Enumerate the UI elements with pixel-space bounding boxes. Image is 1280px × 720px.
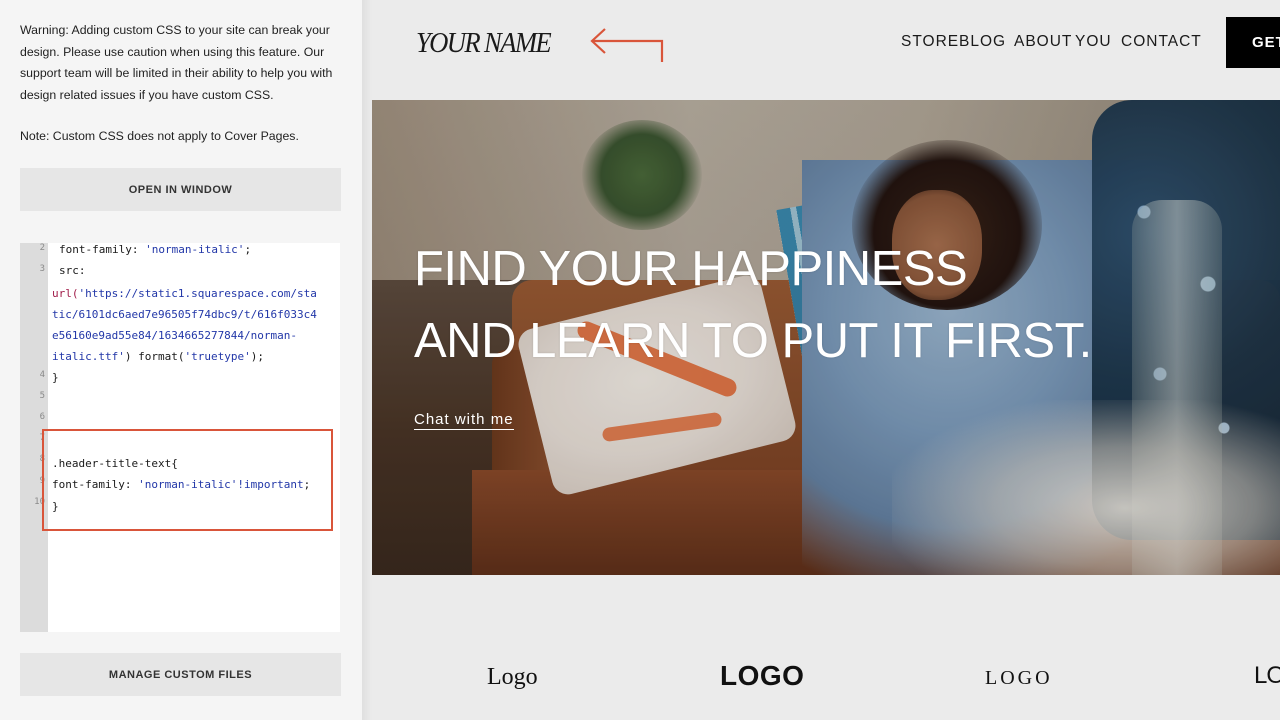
- chat-with-me-link[interactable]: Chat with me: [414, 411, 514, 430]
- css-warning-text: Warning: Adding custom CSS to your site …: [20, 23, 333, 102]
- code-line-2: font-family: 'norman-italic';: [59, 243, 252, 256]
- custom-css-panel: Warning: Adding custom CSS to your site …: [0, 0, 362, 720]
- partner-logo: LOG: [1254, 662, 1280, 689]
- code-line-3: src:: [59, 264, 86, 277]
- code-highlight-box: [42, 429, 333, 531]
- line-number: 3: [39, 264, 45, 274]
- arrow-left-icon: [590, 28, 664, 62]
- nav-store[interactable]: STORE: [901, 33, 959, 51]
- hero-title: FIND YOUR HAPPINESS AND LEARN TO PUT IT …: [414, 233, 1174, 377]
- hero-title-line-1: FIND YOUR HAPPINESS: [414, 242, 968, 296]
- code-line-3-url-cont: tic/6101dc6aed7e96505f74dbc9/t/616f033c4: [52, 308, 317, 321]
- line-number: 2: [39, 243, 45, 253]
- line-number: 6: [39, 412, 45, 422]
- line-number: 4: [39, 370, 45, 380]
- cover-pages-note: Note: Custom CSS does not apply to Cover…: [20, 129, 299, 143]
- manage-custom-files-button[interactable]: MANAGE CUSTOM FILES: [20, 653, 341, 696]
- panel-divider-shadow: [362, 0, 372, 720]
- line-number: 5: [39, 391, 45, 401]
- nav-blog[interactable]: BLOG: [959, 33, 1006, 51]
- partner-logo: Logo: [487, 664, 538, 690]
- hero-title-line-2: AND LEARN TO PUT IT FIRST.: [414, 314, 1092, 368]
- get-started-button[interactable]: GET: [1226, 17, 1280, 68]
- code-line-3-url: url('https://static1.squarespace.com/sta: [52, 287, 317, 300]
- code-line-3-url-end: italic.ttf') format('truetype');: [52, 350, 264, 363]
- nav-about[interactable]: ABOUT: [1014, 33, 1072, 51]
- nav-you[interactable]: YOU: [1075, 33, 1112, 51]
- code-line-3-url-cont: e56160e9ad55e84/1634665277844/norman-: [52, 329, 298, 342]
- open-in-window-button[interactable]: OPEN IN WINDOW: [20, 168, 341, 211]
- site-logo[interactable]: YOUR NAME: [416, 27, 552, 60]
- partner-logo: LOGO: [985, 667, 1053, 689]
- nav-contact[interactable]: CONTACT: [1121, 33, 1202, 51]
- partner-logo: LOGO: [720, 660, 805, 691]
- code-line-4: }: [52, 371, 59, 384]
